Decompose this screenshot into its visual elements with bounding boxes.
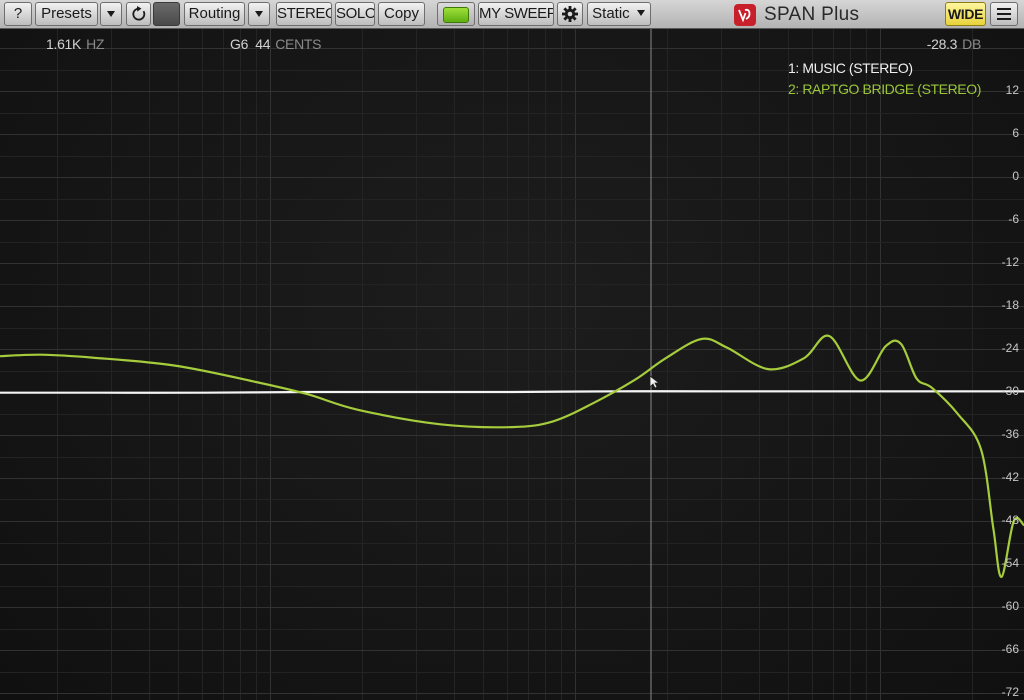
solo-button[interactable]: SOLO: [335, 2, 375, 26]
help-button[interactable]: ?: [4, 2, 32, 26]
cents-unit: CENTS: [275, 36, 322, 52]
frequency-unit: HZ: [86, 36, 105, 52]
level-readout: -28.3 DB: [926, 36, 982, 52]
triangle-down-icon: [636, 10, 645, 16]
frequency-readout: 1.61K HZ: [46, 36, 104, 52]
toolbar: ? Presets Routing STEREO SOLO Copy MY SW…: [0, 0, 1024, 29]
y-tick-label: -54: [1001, 556, 1019, 570]
y-tick-label: -24: [1001, 341, 1019, 355]
settings-button[interactable]: [557, 2, 583, 26]
brand: SPAN Plus: [734, 1, 859, 28]
triangle-down-icon: [255, 11, 263, 17]
y-tick-label: -30: [1001, 384, 1019, 398]
y-tick-label: 12: [1005, 83, 1019, 97]
y-tick-label: -48: [1001, 513, 1019, 527]
cents-value: 44: [255, 36, 271, 52]
y-tick-label: -18: [1001, 298, 1019, 312]
led-indicator: [443, 7, 469, 23]
routing-dropdown-button[interactable]: [248, 2, 270, 26]
frequency-value: 1.61K: [46, 36, 82, 52]
mouse-pointer-icon: [649, 375, 661, 389]
level-value: -28.3: [926, 36, 958, 52]
y-tick-label: 0: [1012, 169, 1019, 183]
menu-button[interactable]: [990, 2, 1018, 26]
static-mode-dropdown[interactable]: Static: [587, 2, 651, 26]
y-tick-label: -36: [1001, 427, 1019, 441]
y-tick-label: -12: [1001, 255, 1019, 269]
y-tick-label: -66: [1001, 642, 1019, 656]
y-tick-label: -42: [1001, 470, 1019, 484]
stereo-button[interactable]: STEREO: [276, 2, 332, 26]
spectrum-plot[interactable]: [0, 29, 1024, 700]
y-tick-label: -72: [1001, 685, 1019, 699]
gear-icon: [562, 6, 578, 22]
bypass-button[interactable]: [153, 2, 180, 26]
copy-button[interactable]: Copy: [378, 2, 425, 26]
static-mode-label: Static: [592, 5, 630, 22]
spectrum-display[interactable]: 1.61K HZ G6 44 CENTS -28.3 DB 1: MUSIC (STE…: [0, 29, 1024, 700]
y-tick-label: -60: [1001, 599, 1019, 613]
y-tick-label: 6: [1012, 126, 1019, 140]
reset-icon: [131, 6, 145, 21]
group-enable-led-button[interactable]: [437, 2, 475, 26]
brand-name: SPAN Plus: [764, 3, 860, 25]
level-unit: DB: [962, 36, 981, 52]
voxengo-logo-icon: [734, 3, 756, 26]
note-readout: G6 44 CENTS: [230, 36, 322, 52]
presets-button[interactable]: Presets: [35, 2, 98, 26]
legend-item-music[interactable]: 1: MUSIC (STEREO): [788, 58, 981, 79]
routing-button[interactable]: Routing: [184, 2, 245, 26]
presets-dropdown-button[interactable]: [100, 2, 122, 26]
triangle-down-icon: [107, 11, 115, 17]
legend-item-raptgo-bridge[interactable]: 2: RAPTGO BRIDGE (STEREO): [788, 79, 981, 100]
wide-button[interactable]: WIDE: [945, 2, 986, 26]
y-tick-label: -6: [1008, 212, 1019, 226]
my-sweep-button[interactable]: MY SWEEP: [478, 2, 554, 26]
span-plus-window: ? Presets Routing STEREO SOLO Copy MY SW…: [0, 0, 1024, 700]
reset-button[interactable]: [126, 2, 151, 26]
note-value: G6: [230, 36, 249, 52]
legend: 1: MUSIC (STEREO) 2: RAPTGO BRIDGE (STER…: [788, 58, 981, 100]
hamburger-menu-icon: [997, 8, 1011, 20]
